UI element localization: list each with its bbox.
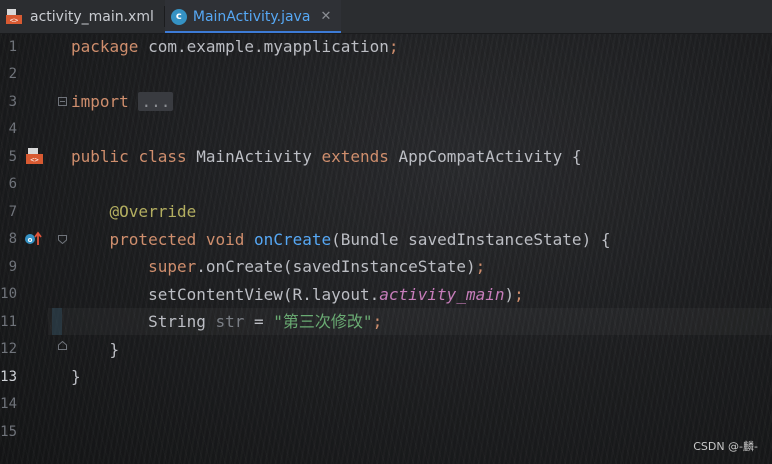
svg-text:o: o [28, 236, 33, 244]
fold-icon[interactable] [58, 235, 67, 244]
collapsed-imports[interactable]: ... [138, 92, 174, 111]
code-line-15[interactable]: } [71, 363, 81, 391]
watermark: CSDN @-麟- [693, 440, 758, 453]
keyword: package [71, 37, 139, 56]
code-line-10[interactable]: protected void onCreate(Bundle savedInst… [71, 226, 611, 254]
line-number: 3 [8, 94, 17, 110]
class-name: MainActivity [186, 147, 322, 166]
keyword: super [148, 257, 197, 276]
keyword: import [71, 92, 129, 111]
code-text: com.example.myapplication [138, 37, 389, 56]
keyword: extends [321, 147, 389, 166]
line-number: 1 [8, 39, 17, 55]
fold-icon[interactable] [58, 97, 67, 106]
semicolon: ; [388, 37, 399, 56]
code-text: setContentView(R.layout. [148, 285, 380, 304]
line-number: 2 [8, 66, 17, 82]
close-icon[interactable]: ✕ [320, 9, 331, 24]
line-number: 11 [0, 314, 17, 330]
line-number: 10 [0, 286, 17, 302]
field-reference: activity_main [379, 285, 505, 304]
line-number: 4 [8, 121, 17, 137]
closing-brace: } [109, 340, 120, 359]
semicolon: ; [475, 257, 486, 276]
line-number: 7 [8, 204, 17, 220]
code-text: = [244, 312, 274, 331]
code-line-14[interactable]: } [71, 336, 120, 364]
line-number: 12 [0, 341, 17, 357]
line-number: 15 [0, 424, 17, 440]
code-text: ) [504, 285, 515, 304]
line-number: 14 [0, 396, 17, 412]
unused-variable: str [205, 312, 245, 331]
tab-label: activity_main.xml [30, 8, 154, 25]
fold-icon[interactable] [58, 341, 67, 350]
editor-tab-bar: <> activity_main.xml c MainActivity.java… [0, 0, 772, 34]
tab-activity-main-xml[interactable]: <> activity_main.xml [0, 0, 164, 33]
svg-text:<>: <> [10, 16, 18, 24]
xml-layout-icon: <> [6, 8, 24, 26]
method-name: onCreate [254, 230, 332, 249]
keyword: void [205, 230, 245, 249]
code-line-3[interactable]: import ... [71, 88, 174, 116]
string-literal: "第三次修改" [273, 312, 373, 331]
line-number: 9 [8, 259, 17, 275]
code-line-11[interactable]: super.onCreate(savedInstanceState); [71, 253, 485, 281]
code-line-12[interactable]: setContentView(R.layout.activity_main); [71, 281, 524, 309]
line-number: 6 [8, 176, 17, 192]
code-line-13[interactable]: String str = "第三次修改"; [71, 308, 382, 336]
current-line-marker [52, 308, 62, 335]
code-line-7[interactable]: public class MainActivity extends AppCom… [71, 143, 582, 171]
svg-text:<>: <> [30, 156, 38, 164]
type-name: String [148, 312, 206, 331]
line-number: 13 [0, 369, 17, 385]
tab-mainactivity-java[interactable]: c MainActivity.java ✕ [164, 0, 342, 33]
code-line-1[interactable]: package com.example.myapplication; [71, 33, 399, 61]
code-text: AppCompatActivity { [388, 147, 582, 166]
code-text: (Bundle savedInstanceState) { [331, 230, 611, 249]
override-method-icon[interactable]: o [24, 231, 44, 251]
semicolon: ; [514, 285, 524, 304]
keyword: protected [109, 230, 197, 249]
xml-layout-icon[interactable]: <> [25, 148, 45, 170]
closing-brace: } [71, 367, 81, 386]
line-number: 8 [8, 231, 17, 247]
code-text: .onCreate(savedInstanceState) [196, 257, 476, 276]
annotation: @Override [109, 202, 197, 221]
tab-label: MainActivity.java [192, 8, 311, 25]
keyword: class [138, 147, 187, 166]
semicolon: ; [372, 312, 383, 331]
code-line-9[interactable]: @Override [71, 198, 197, 226]
keyword: public [71, 147, 129, 166]
java-class-icon: c [170, 8, 187, 25]
line-number: 5 [8, 149, 17, 165]
